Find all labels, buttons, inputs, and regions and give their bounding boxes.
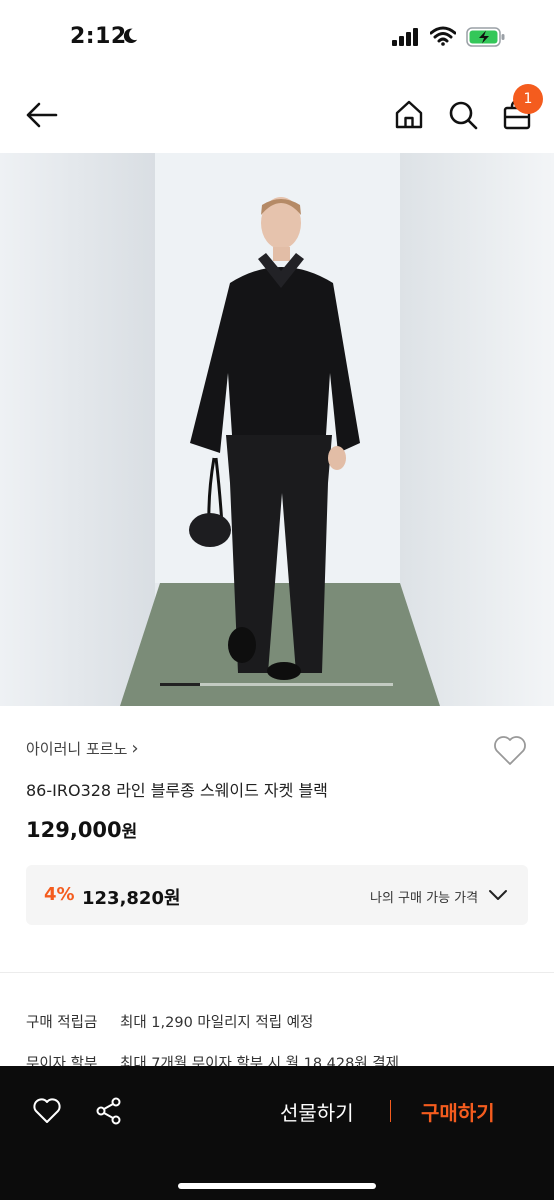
battery-charging-icon bbox=[466, 27, 505, 47]
member-price: 123,820원 bbox=[82, 888, 181, 909]
do-not-disturb-moon-icon bbox=[123, 28, 138, 44]
buy-button[interactable]: 구매하기 bbox=[421, 1097, 495, 1126]
brand-link[interactable]: 아이러니 포르노 › bbox=[26, 738, 139, 759]
price-currency: 원 bbox=[121, 822, 138, 842]
wishlist-heart-icon[interactable] bbox=[492, 733, 528, 767]
product-title: 86-IRO328 라인 블루종 스웨이드 자켓 블랙 bbox=[26, 781, 328, 800]
discount-rate: 4% bbox=[44, 884, 75, 905]
member-price-label: 나의 구매 가능 가격 bbox=[370, 891, 479, 906]
cart-count-badge: 1 bbox=[513, 84, 543, 114]
home-icon[interactable] bbox=[392, 98, 426, 132]
chevron-down-icon[interactable] bbox=[488, 887, 508, 903]
brand-name: 아이러니 포르노 bbox=[26, 740, 128, 758]
wifi-icon bbox=[430, 26, 456, 46]
section-divider bbox=[0, 972, 554, 973]
bottom-action-bar bbox=[0, 1066, 554, 1200]
heart-icon[interactable] bbox=[32, 1096, 62, 1126]
gift-button[interactable]: 선물하기 bbox=[280, 1097, 354, 1126]
button-separator bbox=[390, 1100, 391, 1122]
points-label: 구매 적립금 bbox=[26, 1015, 98, 1031]
carousel-progress-indicator bbox=[160, 683, 200, 686]
chevron-right-icon: › bbox=[131, 738, 139, 759]
product-price: 129,000원 bbox=[26, 817, 137, 842]
product-image[interactable] bbox=[0, 153, 554, 706]
home-indicator bbox=[178, 1183, 376, 1189]
status-time: 2:12 bbox=[70, 24, 127, 49]
share-icon[interactable] bbox=[94, 1096, 124, 1126]
search-icon[interactable] bbox=[446, 98, 480, 132]
price-amount: 129,000 bbox=[26, 818, 122, 842]
back-arrow-icon[interactable] bbox=[22, 98, 62, 132]
points-value: 최대 1,290 마일리지 적립 예정 bbox=[120, 1015, 314, 1031]
runway-photo bbox=[0, 153, 554, 706]
cellular-signal-icon bbox=[392, 28, 418, 46]
